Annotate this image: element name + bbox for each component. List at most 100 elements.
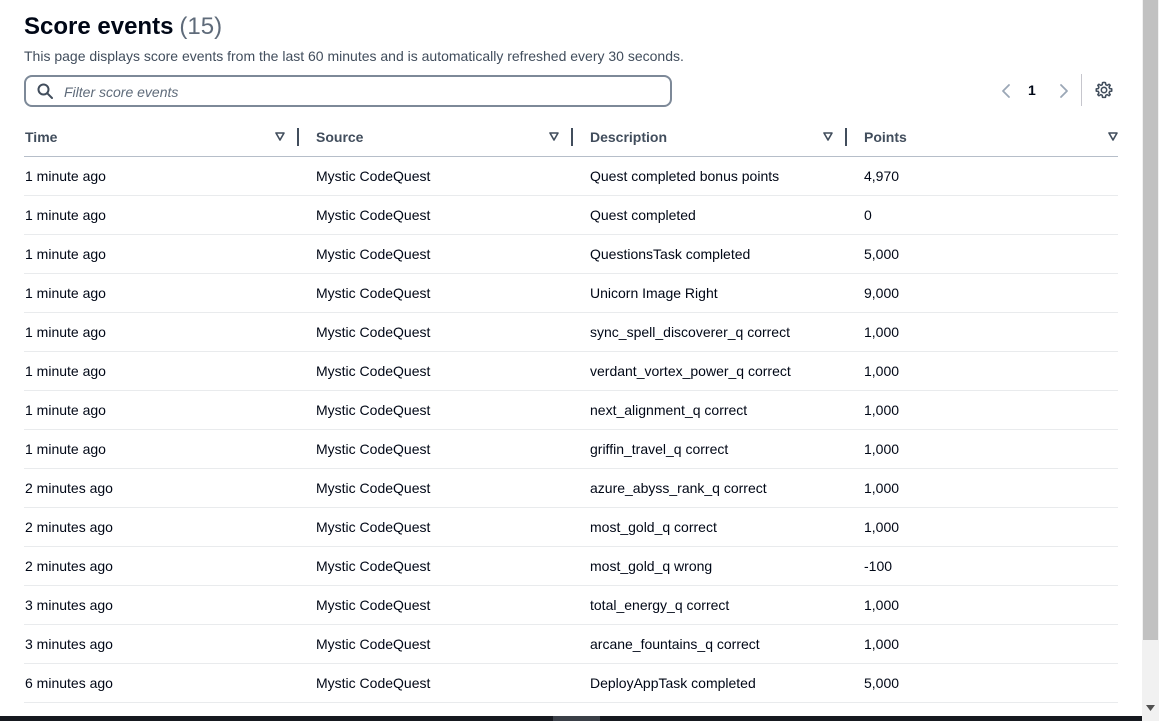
sort-caret-icon[interactable] [275, 132, 285, 141]
source-cell: Mystic CodeQuest [299, 390, 573, 430]
source-cell: Mystic CodeQuest [299, 429, 573, 469]
source-cell: Mystic CodeQuest [299, 663, 573, 703]
table-row: 3 minutes ago Mystic CodeQuest total_energ… [24, 585, 1118, 625]
points-cell: 0 [847, 195, 1118, 235]
time-cell: 1 minute ago [24, 390, 299, 430]
table-row: 1 minute ago Mystic CodeQuest griffin_trav… [24, 429, 1118, 469]
table-body: 1 minute ago Mystic CodeQuest Quest comple… [24, 156, 1118, 703]
column-header-description[interactable]: Description [573, 118, 847, 157]
description-cell: Quest completed [573, 195, 847, 235]
column-header-time[interactable]: Time [24, 118, 299, 157]
description-cell: Unicorn Image Right [573, 273, 847, 313]
chevron-right-icon[interactable] [1056, 83, 1070, 99]
gear-icon[interactable] [1095, 81, 1113, 99]
table-row: 2 minutes ago Mystic CodeQuest most_gold_q… [24, 546, 1118, 586]
column-header-source[interactable]: Source [299, 118, 573, 157]
description-cell: DeployAppTask completed [573, 663, 847, 703]
source-cell: Mystic CodeQuest [299, 507, 573, 547]
points-cell: 1,000 [847, 351, 1118, 391]
column-header-label: Source [316, 129, 364, 145]
points-cell: 1,000 [847, 468, 1118, 508]
table-header-row: Time Source Description Points [24, 118, 1118, 157]
pager-divider [1081, 74, 1082, 106]
table-row: 1 minute ago Mystic CodeQuest Quest comple… [24, 195, 1118, 235]
table-row: 1 minute ago Mystic CodeQuest verdant_vort… [24, 351, 1118, 391]
time-cell: 2 minutes ago [24, 546, 299, 586]
source-cell: Mystic CodeQuest [299, 195, 573, 235]
source-cell: Mystic CodeQuest [299, 312, 573, 352]
description-cell: QuestionsTask completed [573, 234, 847, 274]
points-cell: 5,000 [847, 663, 1118, 703]
time-cell: 3 minutes ago [24, 624, 299, 664]
source-cell: Mystic CodeQuest [299, 351, 573, 391]
time-cell: 1 minute ago [24, 312, 299, 352]
event-count: (15) [179, 13, 223, 40]
time-cell: 1 minute ago [24, 234, 299, 274]
points-cell: 1,000 [847, 312, 1118, 352]
source-cell: Mystic CodeQuest [299, 156, 573, 196]
points-cell: 1,000 [847, 585, 1118, 625]
table-row: 2 minutes ago Mystic CodeQuest most_gold_q… [24, 507, 1118, 547]
time-cell: 3 minutes ago [24, 585, 299, 625]
column-header-label: Time [25, 129, 58, 145]
points-cell: -100 [847, 546, 1118, 586]
table-row: 1 minute ago Mystic CodeQuest sync_spell_d… [24, 312, 1118, 352]
sort-caret-icon[interactable] [823, 132, 833, 141]
time-cell: 6 minutes ago [24, 663, 299, 703]
table-row: 2 minutes ago Mystic CodeQuest azure_abyss… [24, 468, 1118, 508]
time-cell: 2 minutes ago [24, 507, 299, 547]
time-cell: 1 minute ago [24, 195, 299, 235]
scrollbar-thumb[interactable] [1143, 0, 1158, 640]
time-cell: 1 minute ago [24, 351, 299, 391]
table-row: 1 minute ago Mystic CodeQuest Quest comple… [24, 156, 1118, 196]
points-cell: 1,000 [847, 624, 1118, 664]
description-cell: next_alignment_q correct [573, 390, 847, 430]
points-cell: 5,000 [847, 234, 1118, 274]
table-row: 3 minutes ago Mystic CodeQuest arcane_foun… [24, 624, 1118, 664]
points-cell: 9,000 [847, 273, 1118, 313]
table-row: 1 minute ago Mystic CodeQuest next_alignme… [24, 390, 1118, 430]
column-header-label: Description [590, 129, 668, 145]
time-cell: 1 minute ago [24, 273, 299, 313]
source-cell: Mystic CodeQuest [299, 546, 573, 586]
sort-caret-icon[interactable] [549, 132, 559, 141]
description-cell: sync_spell_discoverer_q correct [573, 312, 847, 352]
points-cell: 1,000 [847, 429, 1118, 469]
description-cell: Quest completed bonus points [573, 156, 847, 196]
table-row: 1 minute ago Mystic CodeQuest QuestionsTas… [24, 234, 1118, 274]
column-header-points[interactable]: Points [847, 118, 1118, 157]
source-cell: Mystic CodeQuest [299, 624, 573, 664]
source-cell: Mystic CodeQuest [299, 273, 573, 313]
sort-caret-icon[interactable] [1108, 132, 1118, 141]
filter-input[interactable] [62, 80, 656, 104]
time-cell: 1 minute ago [24, 156, 299, 196]
description-cell: most_gold_q wrong [573, 546, 847, 586]
points-cell: 1,000 [847, 390, 1118, 430]
time-cell: 1 minute ago [24, 429, 299, 469]
description-cell: verdant_vortex_power_q correct [573, 351, 847, 391]
description-cell: azure_abyss_rank_q correct [573, 468, 847, 508]
description-cell: total_energy_q correct [573, 585, 847, 625]
score-events-table: Time Source Description Points 1 minute … [24, 118, 1118, 703]
points-cell: 4,970 [847, 156, 1118, 196]
page-header: Score events (15) [24, 13, 222, 41]
points-cell: 1,000 [847, 507, 1118, 547]
taskbar-indicator [553, 716, 600, 721]
search-icon [37, 83, 53, 99]
source-cell: Mystic CodeQuest [299, 468, 573, 508]
time-cell: 2 minutes ago [24, 468, 299, 508]
description-cell: arcane_fountains_q correct [573, 624, 847, 664]
page-description: This page displays score events from the… [24, 48, 684, 64]
page-title: Score events [24, 13, 174, 40]
description-cell: griffin_travel_q correct [573, 429, 847, 469]
chevron-left-icon[interactable] [1000, 83, 1014, 99]
filter-box[interactable] [24, 75, 672, 107]
source-cell: Mystic CodeQuest [299, 234, 573, 274]
table-row: 1 minute ago Mystic CodeQuest Unicorn Imag… [24, 273, 1118, 313]
description-cell: most_gold_q correct [573, 507, 847, 547]
page-number-button[interactable]: 1 [1028, 82, 1036, 98]
table-row: 6 minutes ago Mystic CodeQuest DeployAppTa… [24, 663, 1118, 703]
source-cell: Mystic CodeQuest [299, 585, 573, 625]
column-header-label: Points [864, 129, 907, 145]
scroll-down-arrow-icon[interactable] [1146, 704, 1155, 712]
